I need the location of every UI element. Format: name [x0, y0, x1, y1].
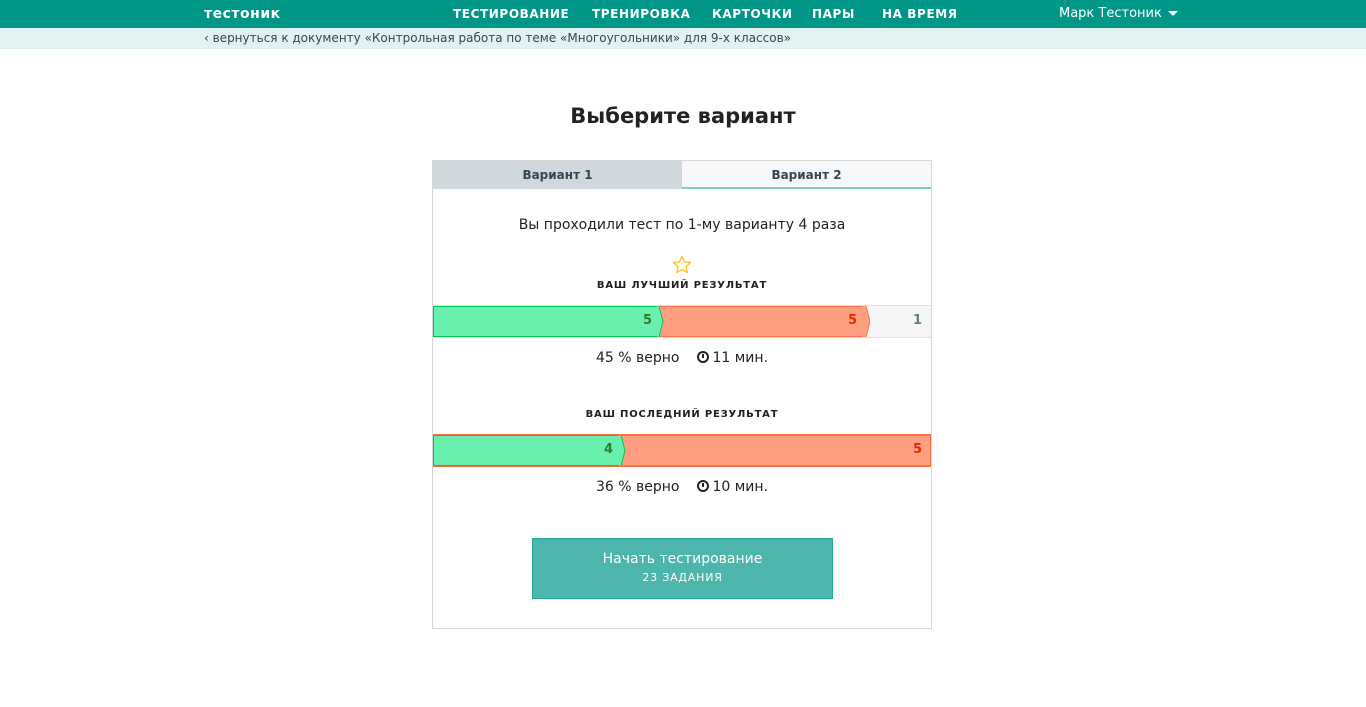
nav-training[interactable]: ТРЕНИРОВКА [592, 7, 691, 21]
best-wrong-count: 5 [848, 313, 858, 328]
last-time: 10 мин. [712, 479, 769, 495]
best-correct-segment [433, 306, 658, 337]
caret-down-icon [1167, 11, 1178, 16]
last-wrong-count: 5 [913, 442, 923, 457]
page-title: Выберите вариант [570, 104, 796, 128]
last-correct-arrow [619, 435, 626, 466]
best-time: 11 мин. [712, 350, 769, 366]
last-result-stats: 36 % верно 10 мин. [433, 479, 931, 495]
best-percent: 45 % верно [595, 350, 680, 366]
attempts-info: Вы проходили тест по 1-му варианту 4 раз… [518, 217, 846, 233]
clock-icon [697, 351, 710, 363]
best-result-bar: 5 5 1 [433, 305, 931, 338]
user-name: Марк Тестоник [1059, 6, 1162, 21]
back-to-document-link[interactable]: ‹ вернуться к документу «Контрольная раб… [204, 31, 791, 45]
nav-testing[interactable]: ТЕСТИРОВАНИЕ [453, 7, 569, 21]
task-count-label: 23 ЗАДАНИЯ [642, 571, 723, 584]
best-unanswered-count: 1 [913, 313, 923, 328]
nav-cards[interactable]: КАРТОЧКИ [712, 7, 793, 21]
top-navigation-bar: тестоник ТЕСТИРОВАНИЕ ТРЕНИРОВКА КАРТОЧК… [0, 0, 1366, 28]
last-result-label: ВАШ ПОСЛЕДНИЙ РЕЗУЛЬТАТ [585, 409, 779, 420]
tab-variant-2[interactable]: Вариант 2 [682, 161, 931, 189]
clock-icon [697, 480, 710, 492]
best-result-stats: 45 % верно 11 мин. [433, 350, 931, 366]
start-testing-button[interactable]: Начать тестирование 23 ЗАДАНИЯ [532, 538, 833, 599]
tab-variant-1[interactable]: Вариант 1 [433, 161, 682, 189]
best-wrong-segment [657, 306, 863, 337]
best-correct-count: 5 [643, 313, 653, 328]
user-menu[interactable]: Марк Тестоник [1059, 6, 1178, 21]
start-button-label: Начать тестирование [602, 551, 763, 567]
last-correct-count: 4 [604, 442, 614, 457]
last-percent: 36 % верно [595, 479, 680, 495]
nav-timed[interactable]: НА ВРЕМЯ [882, 7, 958, 21]
variant-card: Вариант 1 Вариант 2 Вы проходили тест по… [432, 160, 932, 629]
last-result-bar: 4 5 [433, 434, 931, 467]
nav-pairs[interactable]: ПАРЫ [812, 7, 855, 21]
logo[interactable]: тестоник [204, 6, 281, 22]
best-result-label: ВАШ ЛУЧШИЙ РЕЗУЛЬТАТ [596, 280, 768, 291]
star-icon [672, 255, 692, 274]
best-correct-arrow [657, 306, 664, 337]
last-wrong-segment [619, 435, 931, 466]
last-correct-segment [433, 435, 620, 466]
breadcrumb-bar: ‹ вернуться к документу «Контрольная раб… [0, 28, 1366, 49]
best-wrong-arrow [862, 306, 870, 337]
